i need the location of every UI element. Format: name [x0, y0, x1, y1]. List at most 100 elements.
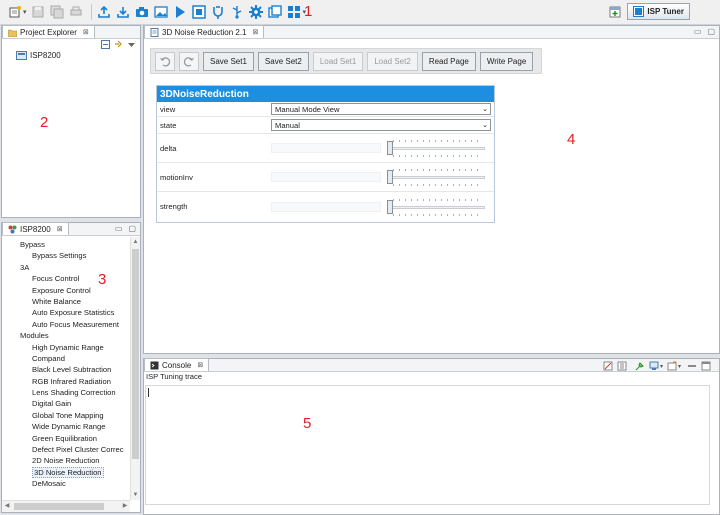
minimize-icon[interactable]: ▭	[694, 27, 702, 36]
redo-button[interactable]	[179, 51, 199, 71]
isp-tree-panel: ISP8200 ⊠ ▭ ▢ Bypass Bypass Settings 3A …	[1, 222, 141, 513]
download-icon[interactable]	[115, 4, 132, 21]
motioninv-slider[interactable]	[387, 167, 487, 187]
close-icon[interactable]: ⊠	[57, 225, 63, 233]
tree-group-3a[interactable]: 3A	[2, 262, 130, 273]
tree-group-bypass[interactable]: Bypass	[2, 239, 130, 250]
display-console-icon[interactable]	[649, 361, 659, 371]
scrollbar-thumb[interactable]	[132, 249, 139, 459]
tab-isp8200[interactable]: ISP8200 ⊠	[2, 222, 69, 235]
play-icon[interactable]	[172, 4, 189, 21]
tree-group-modules[interactable]: Modules	[2, 330, 130, 341]
maximize-icon[interactable]: ▢	[128, 224, 136, 233]
folder-icon	[8, 29, 17, 37]
tree-item-high-dynamic-range[interactable]: High Dynamic Range	[2, 342, 130, 353]
load-set1-button[interactable]: Load Set1	[312, 51, 364, 71]
tree-item-black-level-subtraction[interactable]: Black Level Subtraction	[2, 364, 130, 375]
clear-console-icon[interactable]	[603, 361, 613, 371]
tab-3d-noise-reduction[interactable]: 3D Noise Reduction 2.1 ⊠	[144, 25, 265, 38]
strength-slider[interactable]	[387, 197, 487, 217]
scroll-down-icon[interactable]: ▼	[131, 490, 140, 500]
tree-item-white-balance[interactable]: White Balance	[2, 296, 130, 307]
tree-item-global-tone-mapping[interactable]: Global Tone Mapping	[2, 410, 130, 421]
tree-item-demosaic[interactable]: DeMosaic	[2, 478, 130, 489]
tree-item-auto-focus-measurement[interactable]: Auto Focus Measurement	[2, 319, 130, 330]
tree-item-exposure-control[interactable]: Exposure Control	[2, 285, 130, 296]
isp-tree-horizontal-scrollbar[interactable]: ◀ ▶	[2, 500, 130, 512]
isp-tree-vertical-scrollbar[interactable]: ▲ ▼	[130, 237, 140, 500]
write-page-button[interactable]: Write Page	[479, 51, 534, 71]
tree-item-green-equilibration[interactable]: Green Equilibration	[2, 433, 130, 444]
view-select[interactable]: Manual Mode View ⌄	[271, 103, 491, 115]
stop-icon[interactable]	[191, 4, 208, 21]
tree-item-focus-control[interactable]: Focus Control	[2, 273, 130, 284]
save-icon[interactable]	[30, 4, 47, 21]
scroll-right-icon[interactable]: ▶	[120, 501, 130, 512]
minimize-icon[interactable]: ▭	[115, 224, 123, 233]
undo-button[interactable]	[155, 51, 175, 71]
slider-handle[interactable]	[387, 170, 393, 184]
delta-input[interactable]	[271, 143, 381, 153]
tree-item-rgb-infrared-radiation[interactable]: RGB Infrared Radiation	[2, 376, 130, 387]
minimize-icon[interactable]	[687, 361, 697, 371]
link-with-editor-icon[interactable]	[114, 40, 123, 49]
open-console-icon[interactable]	[667, 361, 677, 371]
new-icon[interactable]	[6, 4, 23, 21]
read-page-button[interactable]: Read Page	[421, 51, 476, 71]
project-explorer-panel: Project Explorer ⊠ ISP8200	[1, 25, 141, 218]
slider-handle[interactable]	[387, 199, 393, 214]
usb-icon[interactable]	[229, 4, 246, 21]
save-all-icon[interactable]	[49, 4, 66, 21]
scroll-up-icon[interactable]: ▲	[131, 237, 140, 247]
tree-item-3d-noise-reduction[interactable]: 3D Noise Reduction	[2, 466, 130, 478]
close-icon[interactable]: ⊠	[83, 28, 89, 36]
open-perspective-icon[interactable]	[607, 4, 623, 20]
windows-icon[interactable]	[267, 4, 284, 21]
motioninv-input[interactable]	[271, 172, 381, 182]
maximize-icon[interactable]: ▢	[707, 27, 715, 36]
state-select[interactable]: Manual ⌄	[271, 119, 491, 131]
maximize-icon[interactable]	[701, 361, 711, 371]
annotation-3: 3	[98, 271, 107, 288]
close-icon[interactable]: ⊠	[197, 361, 203, 369]
camera-icon[interactable]	[134, 4, 151, 21]
scroll-left-icon[interactable]: ◀	[2, 501, 12, 512]
tree-item-wide-dynamic-range[interactable]: Wide Dynamic Range	[2, 421, 130, 432]
tree-item-compand[interactable]: Compand	[2, 353, 130, 364]
collapse-all-icon[interactable]	[101, 40, 110, 49]
close-icon[interactable]: ⊠	[253, 28, 259, 36]
slider-handle[interactable]	[387, 141, 393, 155]
tab-project-explorer[interactable]: Project Explorer ⊠	[2, 25, 95, 38]
tree-item-defect-pixel-cluster-correction[interactable]: Defect Pixel Cluster Correc	[2, 444, 130, 455]
settings-icon[interactable]	[248, 4, 265, 21]
chevron-down-icon[interactable]: ▾	[678, 363, 681, 370]
strength-input[interactable]	[271, 201, 381, 212]
tree-item-label: Auto Exposure Statistics	[32, 308, 115, 318]
chevron-down-icon[interactable]: ▾	[660, 363, 663, 370]
editor-view-actions: ▭ ▢	[688, 27, 715, 36]
image-icon[interactable]	[153, 4, 170, 21]
project-item-isp8200[interactable]: ISP8200	[2, 50, 140, 61]
console-output[interactable]	[145, 385, 710, 505]
save-set1-button[interactable]: Save Set1	[203, 51, 254, 71]
print-icon[interactable]	[68, 4, 85, 21]
scrollbar-thumb[interactable]	[14, 503, 104, 510]
load-set2-button[interactable]: Load Set2	[367, 51, 418, 71]
new-dropdown-icon[interactable]: ▾	[23, 8, 27, 16]
view-menu-icon[interactable]	[127, 40, 136, 49]
tree-item-2d-noise-reduction[interactable]: 2D Noise Reduction	[2, 455, 130, 466]
isp-tuner-perspective-button[interactable]: ISP Tuner	[627, 3, 690, 20]
tree-item-lens-shading-correction[interactable]: Lens Shading Correction	[2, 387, 130, 398]
scroll-lock-icon[interactable]	[617, 361, 627, 371]
tree-item-auto-exposure-statistics[interactable]: Auto Exposure Statistics	[2, 307, 130, 318]
connect-icon[interactable]	[210, 4, 227, 21]
tree-item-label: Digital Gain	[32, 399, 72, 409]
pin-console-icon[interactable]	[635, 361, 645, 371]
tree-item-digital-gain[interactable]: Digital Gain	[2, 398, 130, 409]
save-set2-button[interactable]: Save Set2	[257, 51, 309, 71]
tab-console[interactable]: Console ⊠	[144, 358, 210, 371]
delta-slider[interactable]	[387, 138, 487, 158]
tree-item-bypass-settings[interactable]: Bypass Settings	[2, 250, 130, 261]
upload-icon[interactable]	[96, 4, 113, 21]
grid-icon[interactable]	[286, 4, 303, 21]
